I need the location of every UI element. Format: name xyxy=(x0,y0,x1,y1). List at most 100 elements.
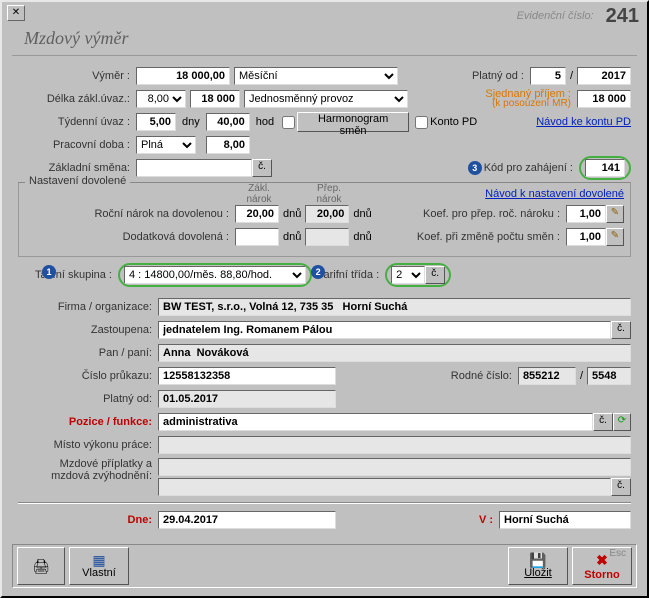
prac-doba-label: Pracovní doba : xyxy=(18,139,136,151)
esc-hint: Esc xyxy=(609,548,626,559)
prac-doba-select[interactable]: Plná xyxy=(136,136,196,154)
koef-zmen-label: Koef. při změně počtu směn : xyxy=(417,231,566,243)
prukaz-label: Číslo průkazu: xyxy=(18,370,158,382)
doc-icon: ▦ xyxy=(92,553,105,567)
page-title: Mzdový výměr xyxy=(24,28,128,48)
dne-label: Dne: xyxy=(18,514,158,526)
rc-label: Rodné číslo: xyxy=(451,370,518,382)
tydenni-hours[interactable] xyxy=(206,113,250,131)
dnu-label-2: dnů xyxy=(349,208,375,220)
konto-guide-link[interactable]: Návod ke kontu PD xyxy=(536,116,631,128)
vymer-label: Výměr : xyxy=(18,70,136,82)
rocni-prep xyxy=(305,205,349,223)
valid-from-month[interactable] xyxy=(530,67,566,85)
print-button[interactable]: 🖨 xyxy=(17,547,65,585)
zakl-narok-hdr: Zákl. nárok xyxy=(235,183,283,205)
save-icon: 💾 xyxy=(529,553,546,567)
v-label: V : xyxy=(479,514,499,526)
valid-from-sep: / xyxy=(566,70,577,82)
tarif-trida-lookup[interactable]: č. xyxy=(425,266,445,284)
priplatky-label-2: mzdová zvýhodnění: xyxy=(18,470,152,482)
dodat-label: Dodatková dovolená : xyxy=(25,231,235,243)
sjednany-sub: (k posouzení MR) xyxy=(485,99,571,109)
misto-label: Místo výkonu práce: xyxy=(18,439,158,451)
delka-amount[interactable] xyxy=(190,90,240,108)
kod-zahajeni-input[interactable] xyxy=(585,159,625,177)
dnu-label-3: dnů xyxy=(279,231,305,243)
harmonogram-button[interactable]: Harmonogram směn xyxy=(297,112,409,132)
priplatky-lookup[interactable]: č. xyxy=(611,478,631,496)
vacation-legend: Nastavení dovolené xyxy=(25,175,130,187)
zast-lookup[interactable]: č. xyxy=(611,321,631,339)
prac-doba-hours[interactable] xyxy=(206,136,250,154)
koef-prep-input[interactable] xyxy=(566,205,606,223)
pan-field xyxy=(158,344,631,362)
sjednany-value[interactable] xyxy=(577,90,631,108)
zakl-smena-label: Základní směna: xyxy=(18,162,136,174)
dnu-label-4: dnů xyxy=(349,231,375,243)
vacation-fieldset: Nastavení dovolené Zákl. nárok Přep. nár… xyxy=(18,182,631,257)
pozice-lookup[interactable]: č. xyxy=(593,413,613,431)
priplatky-label-1: Mzdové příplatky a xyxy=(18,458,152,470)
vlastni-button[interactable]: ▦ Vlastní xyxy=(69,547,129,585)
tarif-skupina-highlight: 4 : 14800,00/měs. 88,80/hod. xyxy=(118,263,312,287)
platny-od-label: Platný od: xyxy=(18,393,158,405)
koef-zmen-input[interactable] xyxy=(566,228,606,246)
dne-field[interactable] xyxy=(158,511,336,529)
rc-part1 xyxy=(518,367,576,385)
record-number-label: Evidenční číslo: xyxy=(517,10,594,22)
zakl-smena-input[interactable] xyxy=(136,159,252,177)
rc-sep: / xyxy=(576,370,587,382)
misto-field xyxy=(158,436,631,454)
dny-label: dny xyxy=(176,116,206,128)
zakl-smena-lookup[interactable]: č. xyxy=(252,159,272,177)
firma-label: Firma / organizace: xyxy=(18,301,158,313)
harmonogram-checkbox[interactable] xyxy=(282,116,295,129)
tarif-trida-highlight: 2 č. xyxy=(385,263,451,287)
platny-od-field xyxy=(158,390,336,408)
dnu-label-1: dnů xyxy=(279,208,305,220)
delka-label: Délka zákl.úvaz.: xyxy=(18,93,136,105)
zast-label: Zastoupena: xyxy=(18,324,158,336)
vymer-period-select[interactable]: Měsíční xyxy=(234,67,398,85)
pozice-label: Pozice / funkce: xyxy=(18,416,158,428)
tarif-trida-label: 2 Tarifní třída : xyxy=(318,269,385,281)
valid-from-label: Platný od : xyxy=(472,70,530,82)
vymer-amount[interactable] xyxy=(136,67,230,85)
prukaz-field[interactable] xyxy=(158,367,336,385)
delka-select[interactable]: 8,00 xyxy=(136,90,186,108)
tydenni-label: Týdenní úvaz : xyxy=(18,116,136,128)
bottom-toolbar: 🖨 ▦ Vlastní 💾 Uložit ✖ Storno Esc xyxy=(12,544,637,588)
koef-prep-label: Koef. pro přep. roč. nároku : xyxy=(423,208,566,220)
firma-field xyxy=(158,298,631,316)
valid-from-year[interactable] xyxy=(577,67,631,85)
pozice-refresh-icon[interactable]: ⟳ xyxy=(613,413,631,431)
tarif-skupina-select[interactable]: 4 : 14800,00/měs. 88,80/hod. xyxy=(124,266,306,284)
priplatky-field-1 xyxy=(158,458,631,476)
pozice-field[interactable] xyxy=(158,413,593,431)
dodat-zakl[interactable] xyxy=(235,228,279,246)
koef-prep-edit-icon[interactable]: ✎ xyxy=(606,205,624,223)
kod-zahajeni-label: Kód pro zahájení : xyxy=(484,162,579,174)
provoz-select[interactable]: Jednosměnný provoz xyxy=(244,90,408,108)
priplatky-field-2 xyxy=(158,478,611,496)
record-number-value: 241 xyxy=(606,5,639,28)
printer-icon: 🖨 xyxy=(32,559,50,573)
close-red-icon: ✖ xyxy=(596,552,608,569)
konto-checkbox[interactable] xyxy=(415,116,428,129)
prep-narok-hdr: Přep. nárok xyxy=(305,183,353,205)
wage-form-window: ✕ Evidenční číslo: 241 Mzdový výměr Výmě… xyxy=(0,0,649,598)
v-field[interactable] xyxy=(499,511,631,529)
zast-field[interactable] xyxy=(158,321,611,339)
vacation-guide-link[interactable]: Návod k nastavení dovolené xyxy=(485,188,624,200)
tydenni-days[interactable] xyxy=(136,113,176,131)
konto-label: Konto PD xyxy=(430,116,477,128)
pan-label: Pan / paní: xyxy=(18,347,158,359)
hod-label: hod xyxy=(250,116,280,128)
rocni-zakl[interactable] xyxy=(235,205,279,223)
koef-zmen-edit-icon[interactable]: ✎ xyxy=(606,228,624,246)
save-button[interactable]: 💾 Uložit xyxy=(508,547,568,585)
kod-zahajeni-highlight xyxy=(579,156,631,180)
close-icon[interactable]: ✕ xyxy=(7,5,25,21)
tarif-trida-select[interactable]: 2 xyxy=(391,266,425,284)
